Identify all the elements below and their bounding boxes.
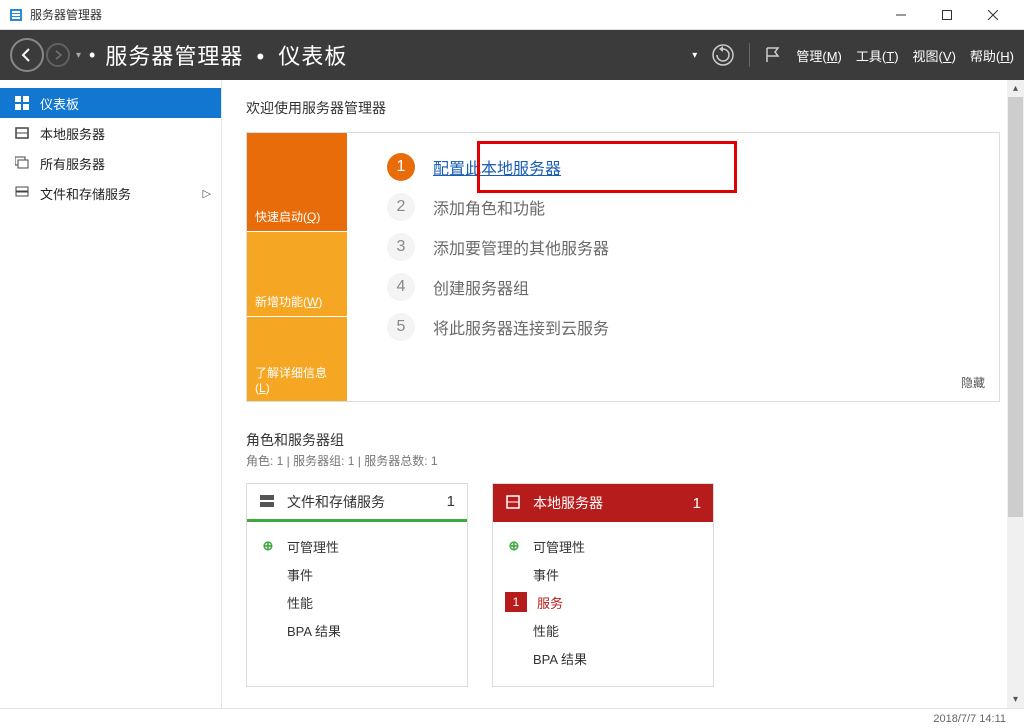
step-label: 添加角色和功能 [433,195,545,219]
menu-manage[interactable]: 管理(M) [796,46,842,65]
step-number: 5 [387,313,415,341]
header-separator [749,43,750,67]
breadcrumb: 服务器管理器 • 仪表板 [105,39,347,71]
breadcrumb-page: 仪表板 [278,44,347,69]
tile-title: 文件和存储服务 [287,492,385,512]
roles-section-title: 角色和服务器组 [246,430,1000,450]
tile-count: 1 [447,493,455,510]
tile-file-storage[interactable]: 文件和存储服务 1 ⊕ 可管理性 事件 性能 BPA 结果 [246,483,468,687]
nav-dropdown-icon[interactable]: ▾ [76,50,81,61]
quick-start-panel: 快速启动(Q) 新增功能(W) 了解详细信息(L) 1 配置此本地服务器 2 添… [246,132,1000,402]
tile-row-bpa[interactable]: BPA 结果 [505,644,701,672]
status-datetime: 2018/7/7 14:11 [933,713,1006,725]
hide-link[interactable]: 隐藏 [961,374,985,391]
sidebar-item-local-server[interactable]: 本地服务器 [0,118,221,148]
tile-row-manageability[interactable]: ⊕ 可管理性 [259,532,455,560]
chevron-right-icon: ▷ [203,187,211,200]
tile-row-performance[interactable]: 性能 [505,616,701,644]
arrow-up-icon: ⊕ [505,538,523,554]
menu-help[interactable]: 帮助(H) [970,46,1014,65]
servers-icon [14,155,30,171]
sidebar: 仪表板 本地服务器 所有服务器 文件和存储服务 ▷ [0,80,222,708]
server-icon [505,494,523,512]
status-bar: 2018/7/7 14:11 [0,708,1024,728]
step-label: 配置此本地服务器 [433,155,561,179]
scroll-up-icon[interactable]: ▴ [1007,80,1024,97]
nav-back-button[interactable] [10,38,44,72]
vertical-scrollbar[interactable]: ▴ ▾ [1007,80,1024,708]
quick-tab-learnmore[interactable]: 了解详细信息(L) [247,316,347,401]
tile-row-events[interactable]: 事件 [505,560,701,588]
quick-item-add-servers[interactable]: 3 添加要管理的其他服务器 [387,227,979,267]
tile-row-services[interactable]: 1 服务 [505,588,701,616]
menu-view[interactable]: 视图(V) [913,46,956,65]
nav-forward-button[interactable] [46,43,70,67]
sidebar-item-label: 所有服务器 [40,154,105,173]
menu-tools[interactable]: 工具(T) [856,46,899,65]
tile-row-events[interactable]: 事件 [259,560,455,588]
maximize-button[interactable] [924,0,970,30]
dashboard-icon [14,95,30,111]
main-content: 欢迎使用服务器管理器 快速启动(Q) 新增功能(W) 了解详细信息(L) 1 配… [222,80,1024,708]
sidebar-item-all-servers[interactable]: 所有服务器 [0,148,221,178]
quick-item-add-roles[interactable]: 2 添加角色和功能 [387,187,979,227]
step-number: 4 [387,273,415,301]
quick-item-create-group[interactable]: 4 创建服务器组 [387,267,979,307]
step-number: 3 [387,233,415,261]
alert-badge: 1 [505,592,527,612]
tile-local-server[interactable]: 本地服务器 1 ⊕ 可管理性 事件 1 服务 性能 [492,483,714,687]
dropdown-caret-icon[interactable]: ▾ [692,50,697,61]
bullet-icon: • [89,45,95,66]
scroll-thumb[interactable] [1008,97,1023,517]
sidebar-item-label: 文件和存储服务 [40,184,131,203]
tile-row-performance[interactable]: 性能 [259,588,455,616]
chevron-right-icon: • [256,44,265,69]
refresh-icon[interactable] [711,43,735,67]
quick-item-configure-local[interactable]: 1 配置此本地服务器 [387,147,979,187]
storage-icon [259,493,277,511]
breadcrumb-app: 服务器管理器 [105,44,243,69]
tile-row-manageability[interactable]: ⊕ 可管理性 [505,532,701,560]
close-button[interactable] [970,0,1016,30]
scroll-down-icon[interactable]: ▾ [1007,691,1024,708]
minimize-button[interactable] [878,0,924,30]
step-label: 创建服务器组 [433,275,529,299]
window-titlebar: 服务器管理器 [0,0,1024,30]
sidebar-item-label: 仪表板 [40,94,79,113]
roles-section-subtitle: 角色: 1 | 服务器组: 1 | 服务器总数: 1 [246,452,1000,469]
quick-tab-whatsnew[interactable]: 新增功能(W) [247,231,347,316]
server-icon [14,125,30,141]
storage-icon [14,185,30,201]
step-label: 将此服务器连接到云服务 [433,315,609,339]
app-icon [8,7,24,23]
tile-title: 本地服务器 [533,493,603,513]
quick-sidebar: 快速启动(Q) 新增功能(W) 了解详细信息(L) [247,133,347,401]
sidebar-item-label: 本地服务器 [40,124,105,143]
tile-count: 1 [693,495,701,512]
sidebar-item-file-storage[interactable]: 文件和存储服务 ▷ [0,178,221,208]
sidebar-item-dashboard[interactable]: 仪表板 [0,88,221,118]
tile-row-bpa[interactable]: BPA 结果 [259,616,455,644]
step-number: 2 [387,193,415,221]
header-ribbon: ▾ • 服务器管理器 • 仪表板 ▾ 管理(M) 工具(T) 视图(V) 帮助(… [0,30,1024,80]
quick-item-connect-cloud[interactable]: 5 将此服务器连接到云服务 [387,307,979,347]
welcome-title: 欢迎使用服务器管理器 [246,98,1000,118]
flag-icon[interactable] [764,46,782,64]
quick-tab-quickstart[interactable]: 快速启动(Q) [247,133,347,231]
window-title: 服务器管理器 [30,6,878,23]
step-label: 添加要管理的其他服务器 [433,235,609,259]
arrow-up-icon: ⊕ [259,538,277,554]
step-number: 1 [387,153,415,181]
